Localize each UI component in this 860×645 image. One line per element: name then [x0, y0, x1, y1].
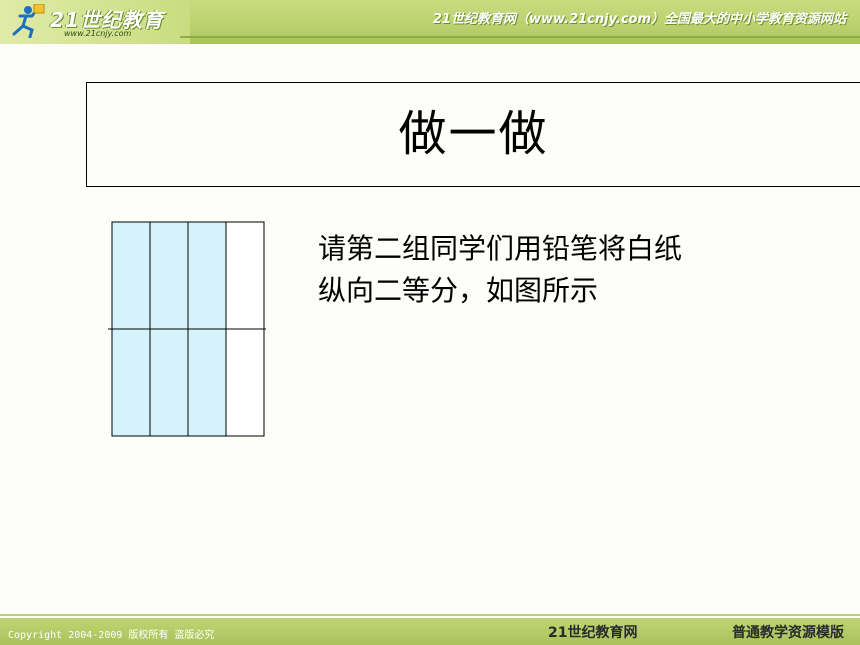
- paper-cell: [149, 221, 189, 330]
- copyright-text: Copyright 2004-2009 版权所有 盗版必究: [8, 630, 215, 641]
- paper-cell: [225, 328, 265, 437]
- site-title[interactable]: 21世纪教育网（www.21cnjy.com）全国最大的中小学教育资源网站: [433, 8, 846, 27]
- footer-brand[interactable]: 21世纪教育网: [548, 622, 637, 642]
- paper-division-diagram: [108, 221, 266, 437]
- paper-cell: [111, 328, 151, 437]
- paper-cell: [225, 221, 265, 330]
- logo-url: www.21cnjy.com: [64, 29, 132, 38]
- instruction-text: 请第二组同学们用铅笔将白纸 纵向二等分，如图所示: [318, 228, 778, 312]
- paper-cell: [111, 221, 151, 330]
- logo[interactable]: 21世纪教育 www.21cnjy.com: [0, 0, 190, 44]
- paper-cell: [149, 328, 189, 437]
- slide-title-box: 做一做: [86, 82, 860, 187]
- instruction-line-1: 请第二组同学们用铅笔将白纸: [318, 232, 683, 265]
- footer-template-label: 普通教学资源模版: [732, 625, 844, 641]
- header-divider: [180, 36, 860, 38]
- footer-bar: Copyright 2004-2009 版权所有 盗版必究 21世纪教育网 普通…: [0, 618, 860, 645]
- runner-logo-icon: [12, 4, 45, 38]
- header-bar: 21世纪教育 www.21cnjy.com 21世纪教育网（www.21cnjy…: [0, 0, 860, 44]
- paper-cell: [187, 328, 227, 437]
- instruction-line-2: 纵向二等分，如图所示: [318, 274, 599, 307]
- footer-divider: [0, 614, 860, 616]
- slide-title: 做一做: [398, 106, 549, 162]
- paper-cell: [187, 221, 227, 330]
